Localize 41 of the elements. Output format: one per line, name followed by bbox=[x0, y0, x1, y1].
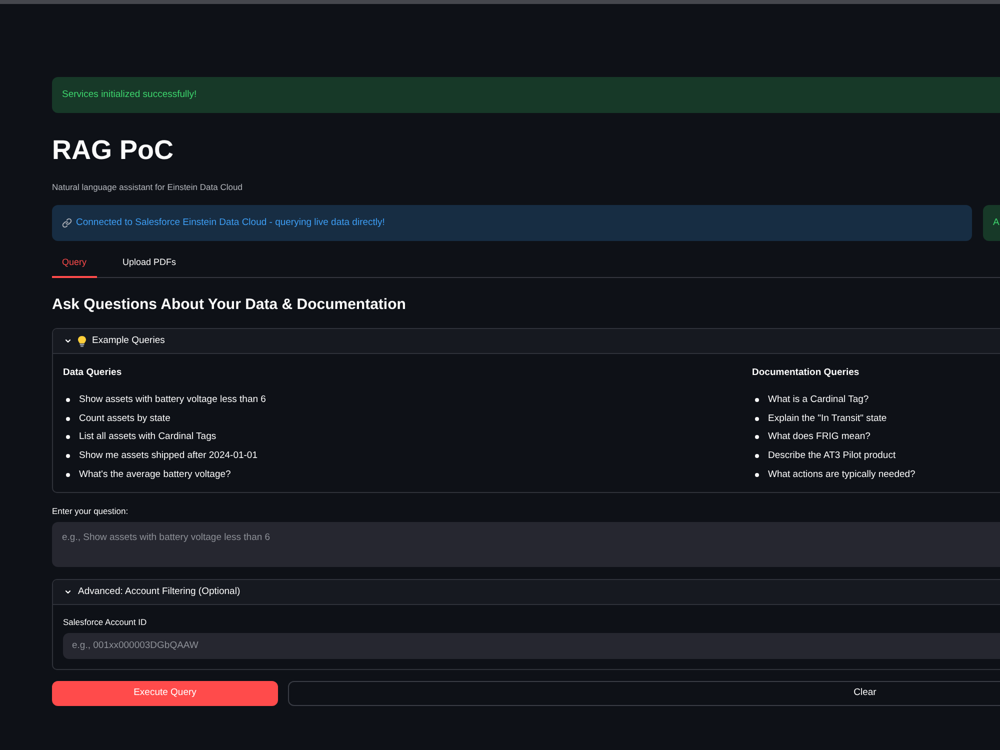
expander-header[interactable]: Example Queries bbox=[53, 329, 1000, 354]
example-query: What does FRIG mean? bbox=[768, 430, 870, 444]
bullet-icon bbox=[66, 454, 70, 458]
lightbulb-icon bbox=[78, 336, 86, 346]
bullet-icon bbox=[755, 398, 759, 402]
example-query: Explain the "In Transit" state bbox=[768, 412, 887, 426]
example-query: Describe the AT3 Pilot product bbox=[768, 448, 896, 463]
alert-message: Connected to Salesforce Einstein Data Cloud - querying live data directly! bbox=[76, 216, 385, 230]
example-query: What's the average battery voltage? bbox=[79, 468, 231, 482]
link-icon bbox=[62, 218, 72, 228]
example-query: Show me assets shipped after 2024-01-01 bbox=[79, 448, 258, 463]
clear-button[interactable]: Clear bbox=[288, 680, 1000, 706]
page-title: RAG PoC bbox=[52, 134, 174, 167]
example-query: List all assets with Cardinal Tags bbox=[79, 430, 216, 444]
expander-header[interactable]: Advanced: Account Filtering (Optional) bbox=[53, 580, 1000, 605]
example-query: What actions are typically needed? bbox=[768, 468, 916, 482]
alert-message: Services initialized successfully! bbox=[62, 88, 197, 102]
question-input[interactable]: e.g., Show assets with battery voltage less than 6 bbox=[52, 522, 1000, 567]
example-query: What is a Cardinal Tag? bbox=[768, 393, 869, 408]
example-query: Count assets by state bbox=[79, 412, 170, 426]
bullet-icon bbox=[66, 472, 70, 477]
bullet-icon bbox=[755, 435, 759, 440]
column-heading: Documentation Queries bbox=[752, 366, 860, 380]
tab[interactable]: Upload PDFs bbox=[112, 250, 186, 278]
bullet-icon bbox=[755, 416, 759, 421]
chevron-down-icon bbox=[64, 337, 72, 345]
chevron-down-icon bbox=[64, 588, 72, 596]
alert-message: A bbox=[993, 216, 1000, 230]
bullet-icon bbox=[66, 398, 70, 402]
bullet-icon bbox=[755, 454, 759, 458]
bullet-icon bbox=[66, 435, 70, 440]
page-subtitle: Natural language assistant for Einstein Data Cloud bbox=[52, 181, 242, 193]
account-id-input[interactable]: e.g., 001xx000003DGbQAAW bbox=[63, 632, 1000, 659]
example-query: Show assets with battery voltage less than 6 bbox=[79, 393, 266, 408]
field-label: Salesforce Account ID bbox=[63, 616, 147, 628]
field-label: Enter your question: bbox=[52, 504, 128, 517]
section-heading: Ask Questions About Your Data & Documentation bbox=[52, 295, 406, 315]
bullet-icon bbox=[66, 416, 70, 421]
column-heading: Data Queries bbox=[63, 366, 122, 380]
tab[interactable]: Query bbox=[52, 250, 97, 278]
bullet-icon bbox=[755, 472, 759, 477]
